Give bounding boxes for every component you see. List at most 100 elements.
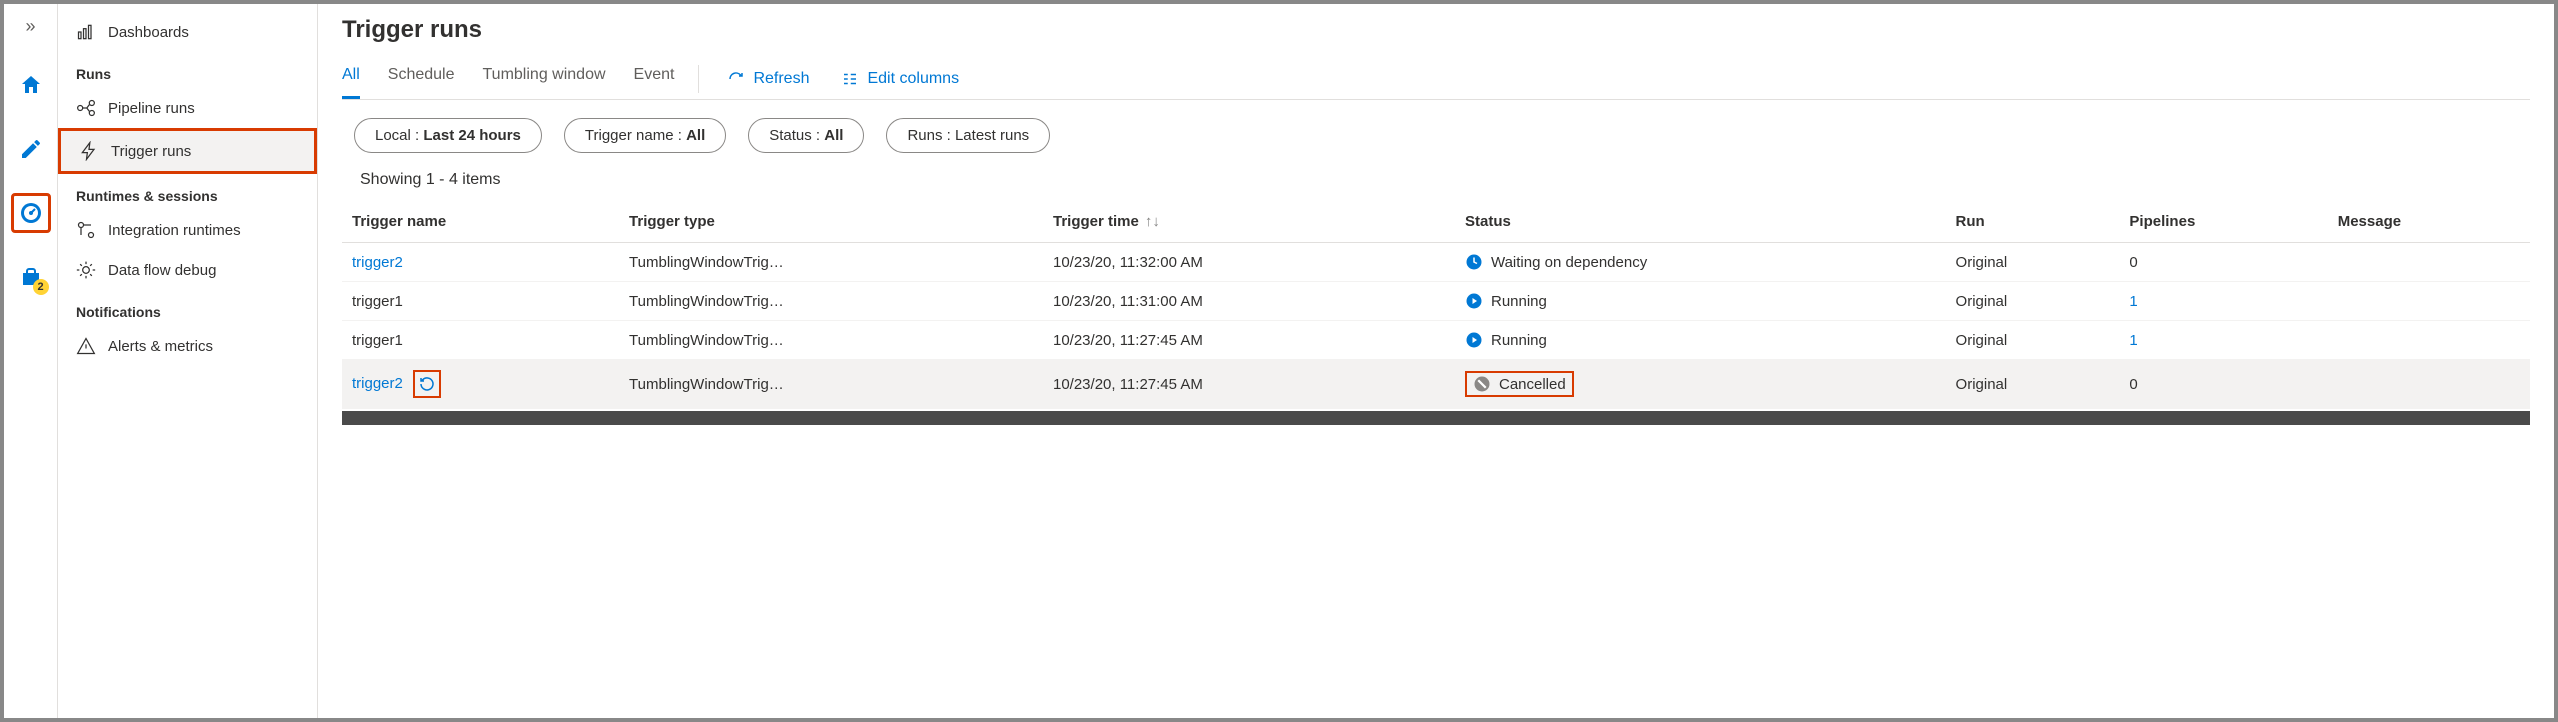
rail-home[interactable] (11, 65, 51, 105)
table-row[interactable]: trigger1TumblingWindowTrig…10/23/20, 11:… (342, 282, 2530, 321)
tab-all[interactable]: All (342, 58, 360, 99)
pill-value: All (686, 127, 705, 144)
status-cell: Running (1465, 292, 1936, 310)
status-text: Running (1491, 293, 1547, 310)
status-cell: Waiting on dependency (1465, 253, 1936, 271)
pill-value: Latest runs (955, 127, 1029, 144)
filter-tabs: All Schedule Tumbling window Event (342, 58, 674, 99)
horizontal-scrollbar[interactable] (342, 411, 2530, 425)
gauge-icon (19, 201, 43, 225)
run-cell: Original (1946, 243, 2120, 282)
pencil-icon (19, 137, 43, 161)
trigger-time-cell: 10/23/20, 11:31:00 AM (1043, 282, 1455, 321)
col-trigger-time[interactable]: Trigger time ↑↓ (1043, 201, 1455, 243)
filter-status[interactable]: Status : All (748, 118, 864, 153)
toolbar-divider (698, 65, 699, 93)
home-icon (19, 73, 43, 97)
col-label: Trigger time (1053, 213, 1139, 230)
pipelines-cell[interactable]: 1 (2129, 293, 2137, 310)
message-cell (2328, 243, 2530, 282)
trigger-type-cell: TumblingWindowTrig… (619, 243, 1043, 282)
pill-label: Trigger name : (585, 127, 686, 144)
rerun-button[interactable] (413, 370, 441, 398)
run-cell: Original (1946, 321, 2120, 360)
sidebar-label: Trigger runs (111, 143, 191, 160)
trigger-name-cell[interactable]: trigger2 (352, 254, 403, 271)
sidebar-item-trigger-runs[interactable]: Trigger runs (58, 128, 317, 174)
rail-author[interactable] (11, 129, 51, 169)
edit-columns-button[interactable]: Edit columns (837, 64, 963, 94)
trigger-type-cell: TumblingWindowTrig… (619, 360, 1043, 409)
col-message[interactable]: Message (2328, 201, 2530, 243)
message-cell (2328, 360, 2530, 409)
filter-local[interactable]: Local : Last 24 hours (354, 118, 542, 153)
sidebar-item-data-flow-debug[interactable]: Data flow debug (58, 250, 317, 290)
sidebar-label: Data flow debug (108, 262, 216, 279)
sort-icon: ↑↓ (1145, 213, 1160, 230)
results-table: Trigger name Trigger type Trigger time ↑↓… (342, 201, 2530, 409)
expand-rail-button[interactable]: » (25, 12, 35, 41)
filter-runs[interactable]: Runs : Latest runs (886, 118, 1050, 153)
pipelines-cell[interactable]: 1 (2129, 332, 2137, 349)
rail-monitor[interactable] (11, 193, 51, 233)
app-root: » 2 Dashboards Runs Pipeline runs Trigge… (0, 0, 2558, 722)
refresh-button[interactable]: Refresh (723, 64, 813, 94)
integration-icon (76, 220, 96, 240)
table-row[interactable]: trigger1TumblingWindowTrig…10/23/20, 11:… (342, 321, 2530, 360)
pipelines-cell: 0 (2129, 376, 2137, 393)
status-cell: Cancelled (1473, 375, 1566, 393)
rail-badge: 2 (33, 279, 49, 295)
status-text: Cancelled (1499, 376, 1566, 393)
toolbar: All Schedule Tumbling window Event Refre… (342, 58, 2530, 100)
trigger-time-cell: 10/23/20, 11:27:45 AM (1043, 321, 1455, 360)
col-trigger-type[interactable]: Trigger type (619, 201, 1043, 243)
page-title: Trigger runs (342, 16, 2530, 44)
tab-tumbling-window[interactable]: Tumbling window (483, 58, 606, 99)
trigger-time-cell: 10/23/20, 11:32:00 AM (1043, 243, 1455, 282)
col-status[interactable]: Status (1455, 201, 1946, 243)
col-trigger-name[interactable]: Trigger name (342, 201, 619, 243)
table-header-row: Trigger name Trigger type Trigger time ↑↓… (342, 201, 2530, 243)
col-pipelines[interactable]: Pipelines (2119, 201, 2327, 243)
main-content: Trigger runs All Schedule Tumbling windo… (318, 4, 2554, 718)
message-cell (2328, 321, 2530, 360)
sidebar-section-notifications: Notifications (58, 290, 317, 326)
table-row[interactable]: trigger2 TumblingWindowTrig…10/23/20, 11:… (342, 243, 2530, 282)
icon-rail: » 2 (4, 4, 58, 718)
trigger-name-cell: trigger1 (352, 332, 403, 349)
pill-label: Local : (375, 127, 423, 144)
rerun-icon (418, 375, 436, 393)
edit-columns-label: Edit columns (867, 70, 959, 88)
sidebar-item-alerts-metrics[interactable]: Alerts & metrics (58, 326, 317, 366)
sidebar-label: Dashboards (108, 24, 189, 41)
pill-value: Last 24 hours (423, 127, 521, 144)
showing-count: Showing 1 - 4 items (342, 171, 2530, 189)
sidebar-item-pipeline-runs[interactable]: Pipeline runs (58, 88, 317, 128)
message-cell (2328, 282, 2530, 321)
tab-schedule[interactable]: Schedule (388, 58, 455, 99)
sidebar-label: Integration runtimes (108, 222, 241, 239)
trigger-icon (79, 141, 99, 161)
alert-icon (76, 336, 96, 356)
col-run[interactable]: Run (1946, 201, 2120, 243)
sidebar-label: Alerts & metrics (108, 338, 213, 355)
sidebar-section-runs: Runs (58, 52, 317, 88)
rail-manage[interactable]: 2 (11, 257, 51, 297)
status-text: Waiting on dependency (1491, 254, 1647, 271)
pill-label: Runs : (907, 127, 955, 144)
sidebar-item-integration-runtimes[interactable]: Integration runtimes (58, 210, 317, 250)
trigger-name-cell[interactable]: trigger2 (352, 375, 403, 392)
run-cell: Original (1946, 282, 2120, 321)
columns-icon (841, 70, 859, 88)
tab-event[interactable]: Event (634, 58, 675, 99)
sidebar: Dashboards Runs Pipeline runs Trigger ru… (58, 4, 318, 718)
sidebar-item-dashboards[interactable]: Dashboards (58, 12, 317, 52)
refresh-label: Refresh (753, 70, 809, 88)
status-text: Running (1491, 332, 1547, 349)
table-row[interactable]: trigger2 TumblingWindowTrig…10/23/20, 11:… (342, 360, 2530, 409)
sidebar-section-runtimes: Runtimes & sessions (58, 174, 317, 210)
filter-trigger-name[interactable]: Trigger name : All (564, 118, 726, 153)
pipelines-cell: 0 (2129, 254, 2137, 271)
refresh-icon (727, 70, 745, 88)
trigger-time-cell: 10/23/20, 11:27:45 AM (1043, 360, 1455, 409)
